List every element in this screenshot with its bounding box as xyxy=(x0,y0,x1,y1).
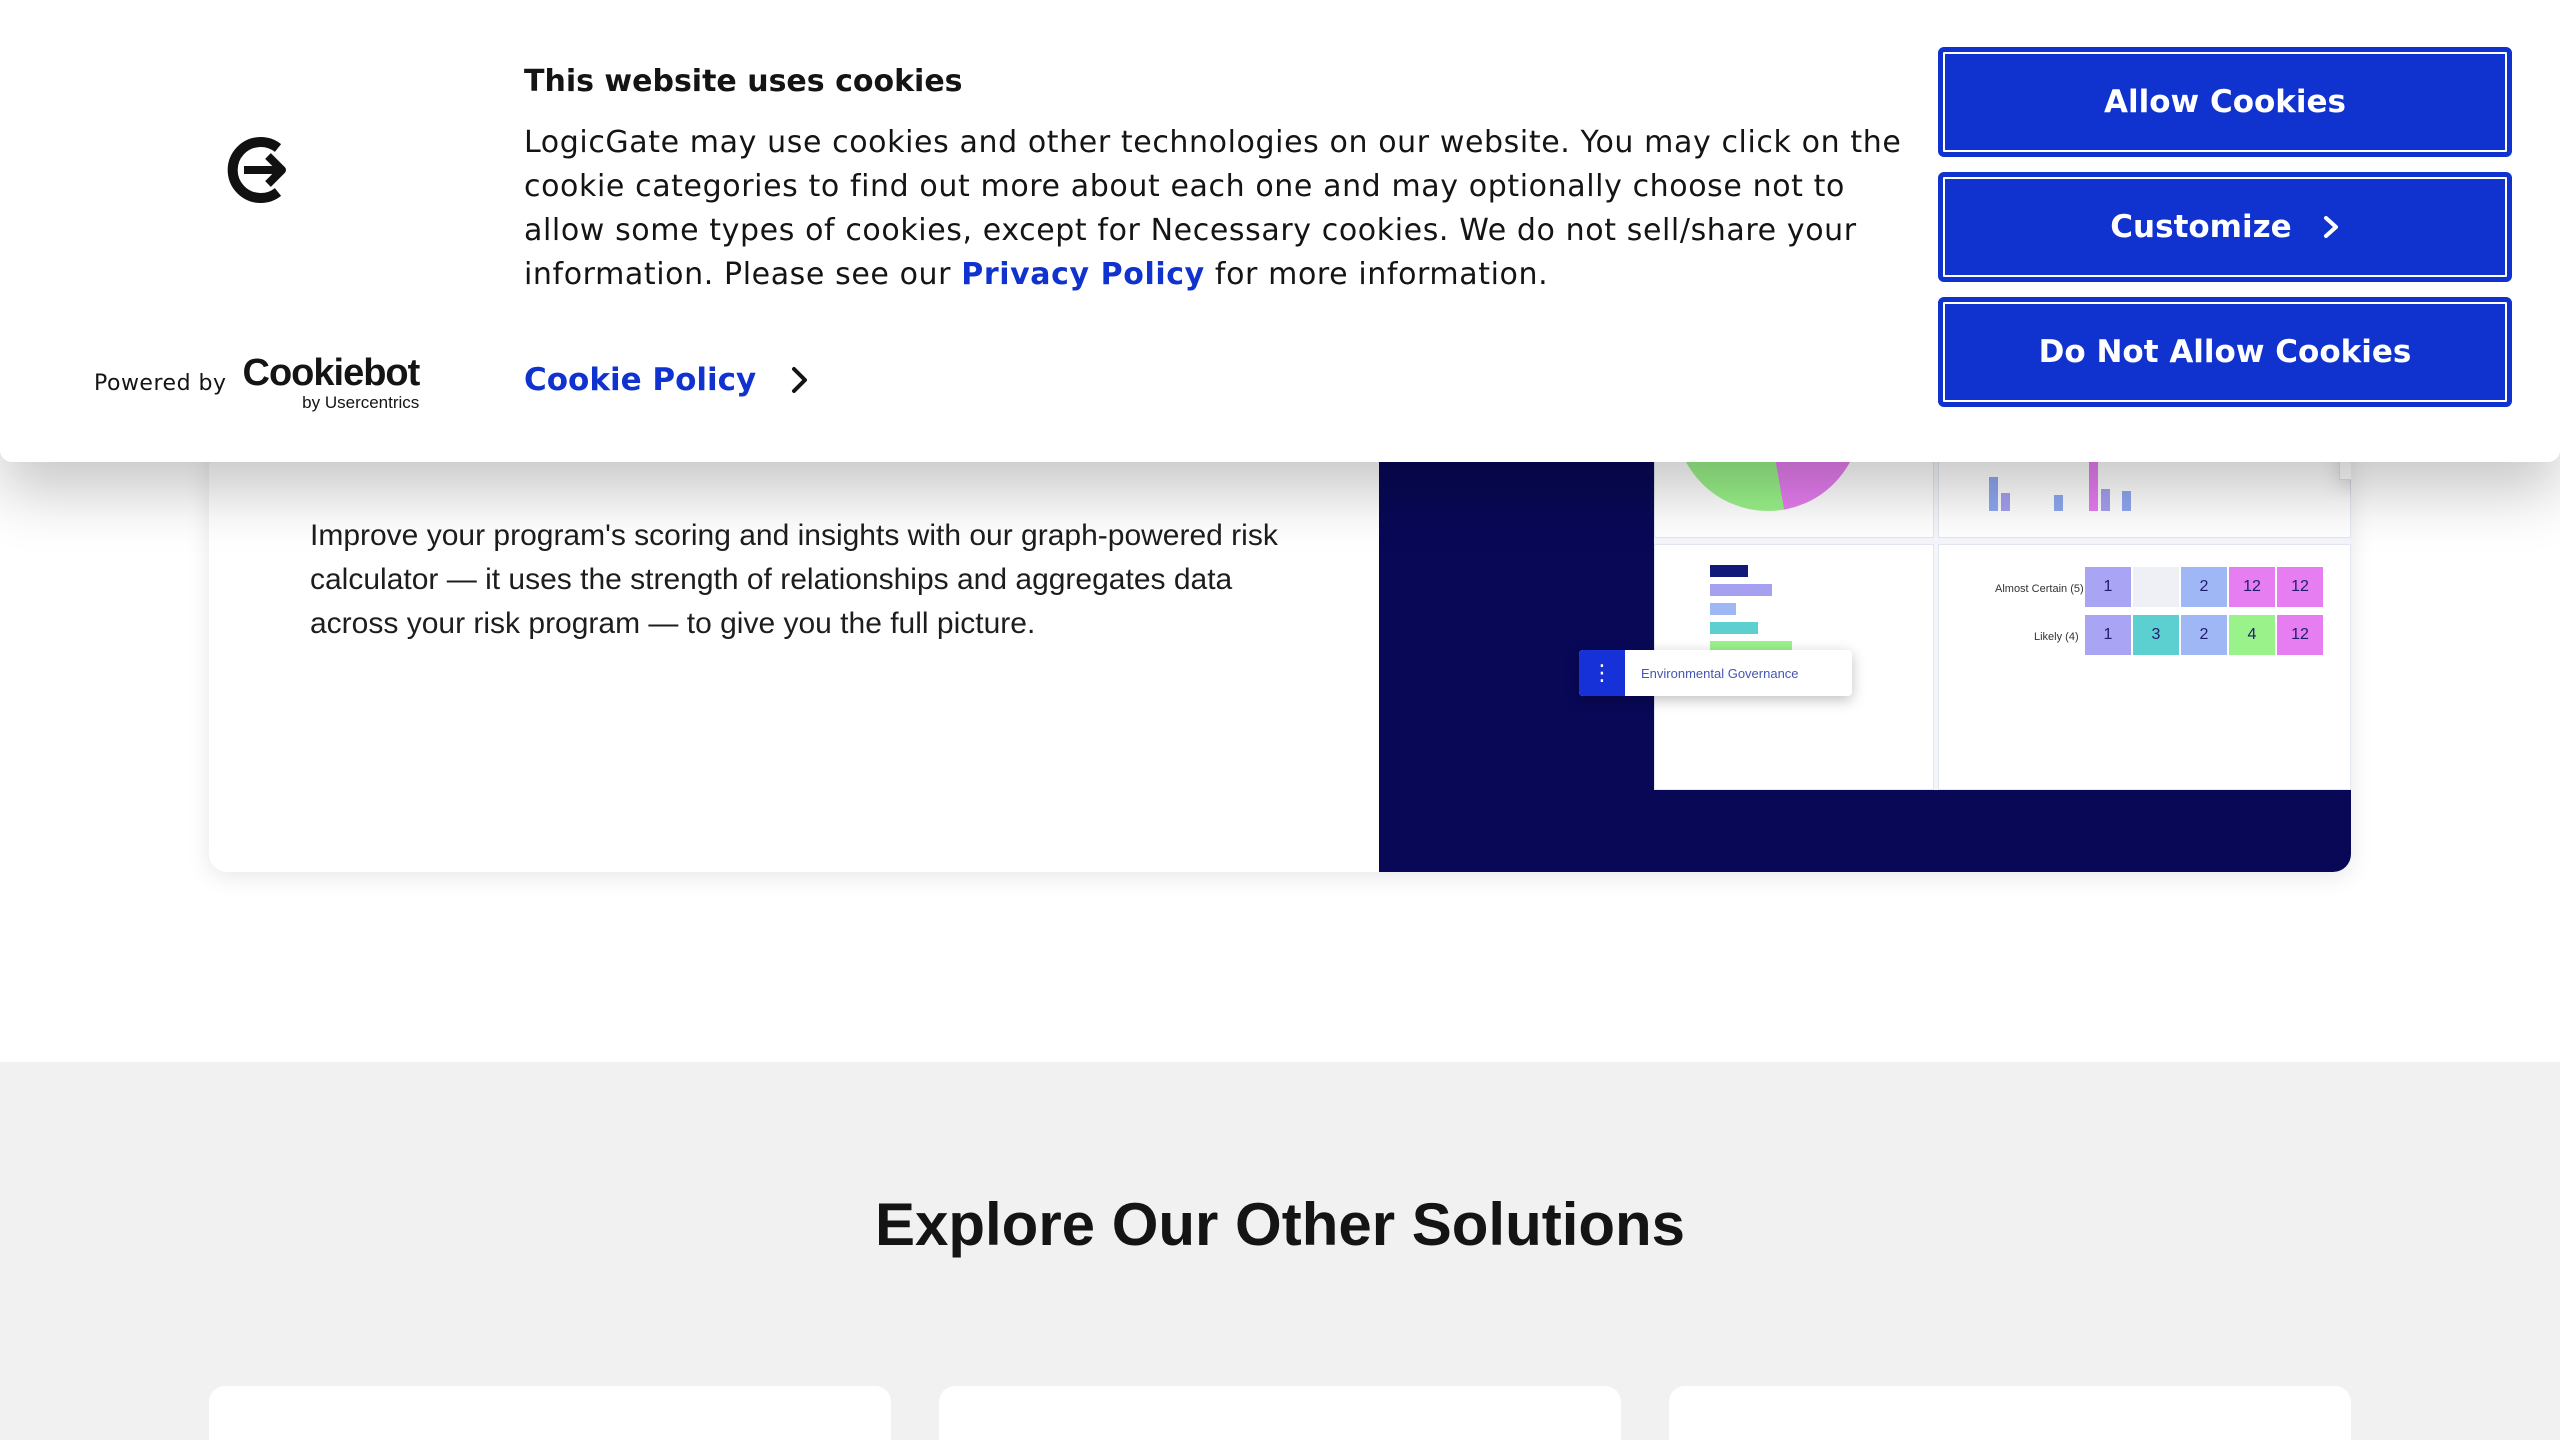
chart-hbar xyxy=(1710,603,1736,615)
usercentrics-byline: by Usercentrics xyxy=(302,393,420,412)
environmental-governance-chip: ⋮ Environmental Governance xyxy=(1579,650,1852,696)
heatmap-cell xyxy=(2133,567,2179,607)
heatmap-cell: 12 xyxy=(2277,567,2323,607)
cookie-text-part: for more information. xyxy=(1204,257,1549,292)
chip-label: Environmental Governance xyxy=(1641,665,1799,681)
solution-card[interactable] xyxy=(939,1386,1621,1440)
heatmap-cell: 2 xyxy=(2181,615,2227,655)
heatmap-row-label: Likely (4) xyxy=(2034,631,2079,643)
do-not-allow-cookies-button[interactable]: Do Not Allow Cookies xyxy=(1938,297,2512,407)
customize-label: Customize xyxy=(2110,209,2292,245)
cookie-consent-banner: Powered by Cookiebot by Usercentrics Thi… xyxy=(0,0,2560,462)
chevron-right-icon xyxy=(2323,216,2338,238)
allow-cookies-button[interactable]: Allow Cookies xyxy=(1938,47,2512,157)
customize-button[interactable]: Customize xyxy=(1938,172,2512,282)
solutions-section: Explore Our Other Solutions xyxy=(0,1062,2560,1440)
solution-card[interactable] xyxy=(1669,1386,2351,1440)
allow-cookies-label: Allow Cookies xyxy=(2103,84,2347,120)
heatmap-panel: Almost Certain (5) 1 2 12 12 Likely (4) … xyxy=(1938,544,2351,790)
chart-hbar xyxy=(1710,565,1748,577)
chart-bar xyxy=(2001,493,2010,511)
more-vertical-icon: ⋮ xyxy=(1579,650,1625,696)
cookiebot-wordmark: Cookiebot xyxy=(242,352,421,394)
chevron-right-icon xyxy=(792,367,808,393)
powered-by-cookiebot[interactable]: Powered by Cookiebot by Usercentrics xyxy=(94,352,421,412)
heatmap-cell: 3 xyxy=(2133,615,2179,655)
cookie-policy-label: Cookie Policy xyxy=(524,362,757,398)
heatmap-cell: 1 xyxy=(2085,615,2131,655)
cookie-banner-title: This website uses cookies xyxy=(524,64,963,99)
heatmap-cell: 1 xyxy=(2085,567,2131,607)
solutions-heading: Explore Our Other Solutions xyxy=(874,1191,1686,1258)
do-not-allow-cookies-label: Do Not Allow Cookies xyxy=(2038,334,2412,370)
chart-bar xyxy=(1989,477,1998,511)
cookie-policy-link[interactable]: Cookie Policy xyxy=(524,362,812,398)
cookiebot-logo: Cookiebot by Usercentrics xyxy=(242,352,421,412)
heatmap-cell: 4 xyxy=(2229,615,2275,655)
privacy-policy-link[interactable]: Privacy Policy xyxy=(961,257,1205,292)
logicgate-logo-icon xyxy=(227,137,286,203)
heatmap-cell: 12 xyxy=(2277,615,2323,655)
chart-hbar xyxy=(1710,584,1772,596)
chart-bar xyxy=(2054,495,2063,511)
chart-bar xyxy=(2089,459,2098,511)
feature-description: Improve your program's scoring and insig… xyxy=(310,519,1278,640)
heatmap-cell: 2 xyxy=(2181,567,2227,607)
chart-hbar xyxy=(1710,622,1758,634)
cookie-banner-text: LogicGate may use cookies and other tech… xyxy=(524,121,1904,297)
chart-bar xyxy=(2101,489,2110,511)
chart-bar xyxy=(2122,491,2131,511)
heatmap-cell: 12 xyxy=(2229,567,2275,607)
solution-card[interactable] xyxy=(209,1386,891,1440)
heatmap-row-label: Almost Certain (5) xyxy=(1995,583,2084,595)
powered-by-label: Powered by xyxy=(94,370,227,396)
